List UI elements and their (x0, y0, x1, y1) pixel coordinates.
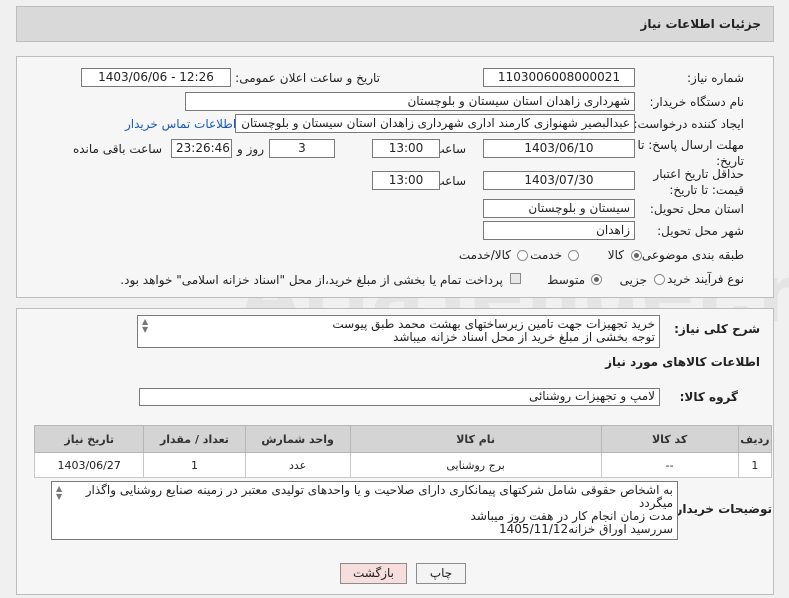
col-need-date: تاریخ نیاز (33, 425, 145, 453)
city-label: شهر محل تحویل: (657, 224, 744, 238)
requester-field: عبدالبصیر شهنوازی کارمند اداری شهرداری ز… (235, 114, 635, 133)
page-title: جزئیات اطلاعات نیاز (640, 17, 761, 31)
city-field: زاهدان (483, 221, 635, 240)
remaining-label: ساعت باقی مانده (72, 142, 162, 156)
cell-unit: عدد (244, 452, 351, 478)
province-field: سیستان و بلوچستان (483, 199, 635, 218)
reply-date-field: 1403/06/10 (483, 139, 635, 158)
requester-label: ایجاد کننده درخواست: (633, 117, 744, 131)
process-option-medium: متوسط (547, 273, 585, 287)
process-radio-medium[interactable] (591, 274, 602, 285)
category-radio-service[interactable] (568, 250, 579, 261)
buyer-notes-line-4: سررسید اوراق خزانه1405/11/12 (499, 522, 673, 536)
category-option-service: خدمت (530, 248, 562, 262)
announce-field: 1403/06/06 - 12:26 (81, 68, 231, 87)
goods-group-label: گروه کالا: (679, 390, 738, 404)
buyer-org-label: نام دستگاه خریدار: (649, 95, 745, 109)
scroll-arrows-icon[interactable]: ▲ ▼ (142, 318, 148, 334)
reply-deadline-label: مهلت ارسال پاسخ: تا تاریخ: (637, 138, 744, 168)
days-label: روز و (237, 142, 264, 156)
need-number-field: 1103006008000021 (483, 68, 635, 87)
goods-section-title: اطلاعات کالاهای مورد نیاز (605, 355, 760, 369)
remaining-time-field: 23:26:46 (171, 139, 232, 158)
description-label: شرح کلی نیاز: (674, 322, 760, 336)
category-option-goods: کالا (607, 248, 624, 262)
description-textarea[interactable]: خرید تجهیزات جهت تامین زیرساختهای بهشت م… (137, 315, 660, 348)
col-quantity: تعداد / مقدار (143, 425, 246, 453)
back-button[interactable]: بازگشت (340, 563, 407, 584)
table-row: 1403/06/27 1 عدد برج روشنایی -- 1 (33, 452, 773, 478)
treasury-payment-note: پرداخت تمام یا بخشی از مبلغ خرید،از محل … (120, 273, 503, 287)
treasury-checkbox[interactable] (510, 273, 521, 284)
col-unit: واحد شمارش (244, 425, 351, 453)
process-option-minor: جزیی (619, 273, 647, 287)
process-radio-minor[interactable] (654, 274, 665, 285)
col-goods-name: نام کالا (349, 425, 602, 453)
cell-quantity: 1 (143, 452, 246, 478)
province-label: استان محل تحویل: (649, 202, 744, 216)
days-field: 3 (269, 139, 335, 158)
validity-time-field: 13:00 (372, 171, 440, 190)
col-row: ردیف (737, 425, 773, 453)
cell-row: 1 (737, 452, 773, 478)
page-header: جزئیات اطلاعات نیاز (16, 6, 774, 42)
notes-scroll-arrows-icon[interactable]: ▲ ▼ (56, 485, 62, 501)
cell-goods-name: برج روشنایی (349, 452, 602, 478)
announce-label: تاریخ و ساعت اعلان عمومی: (235, 71, 380, 85)
buyer-org-field: شهرداری زاهدان استان سیستان و بلوچستان (185, 92, 635, 111)
buyer-contact-link[interactable]: اطلاعات تماس خریدار (125, 117, 236, 132)
validity-date-field: 1403/07/30 (483, 171, 635, 190)
reply-time-field: 13:00 (372, 139, 440, 158)
buyer-notes-line-1: به اشخاص حقوقی شامل شرکتهای پیمانکاری دا… (85, 483, 673, 497)
category-radio-goods-service[interactable] (517, 250, 528, 261)
goods-table: تاریخ نیاز تعداد / مقدار واحد شمارش نام … (33, 425, 773, 478)
buyer-notes-textarea[interactable]: به اشخاص حقوقی شامل شرکتهای پیمانکاری دا… (51, 481, 678, 540)
category-option-goods-service: کالا/خدمت (458, 248, 511, 262)
category-label: طبقه بندی موضوعی: (637, 248, 744, 262)
goods-group-field: لامپ و تجهیزات روشنائی (139, 388, 660, 406)
process-label: نوع فرآیند خرید : (659, 272, 744, 286)
cell-goods-code: -- (600, 452, 739, 478)
need-number-label: شماره نیاز: (687, 71, 744, 85)
col-goods-code: کد کالا (600, 425, 739, 453)
category-radio-goods[interactable] (631, 250, 642, 261)
buyer-notes-label: توضیحات خریدار: (670, 502, 772, 516)
description-line-2: توجه بخشی از مبلغ خرید از محل اسناد خزان… (393, 330, 655, 344)
price-validity-label: حداقل تاریخ اعتبار قیمت: تا تاریخ: (653, 167, 744, 197)
cell-need-date: 1403/06/27 (33, 452, 145, 478)
print-button[interactable]: چاپ (416, 563, 466, 584)
